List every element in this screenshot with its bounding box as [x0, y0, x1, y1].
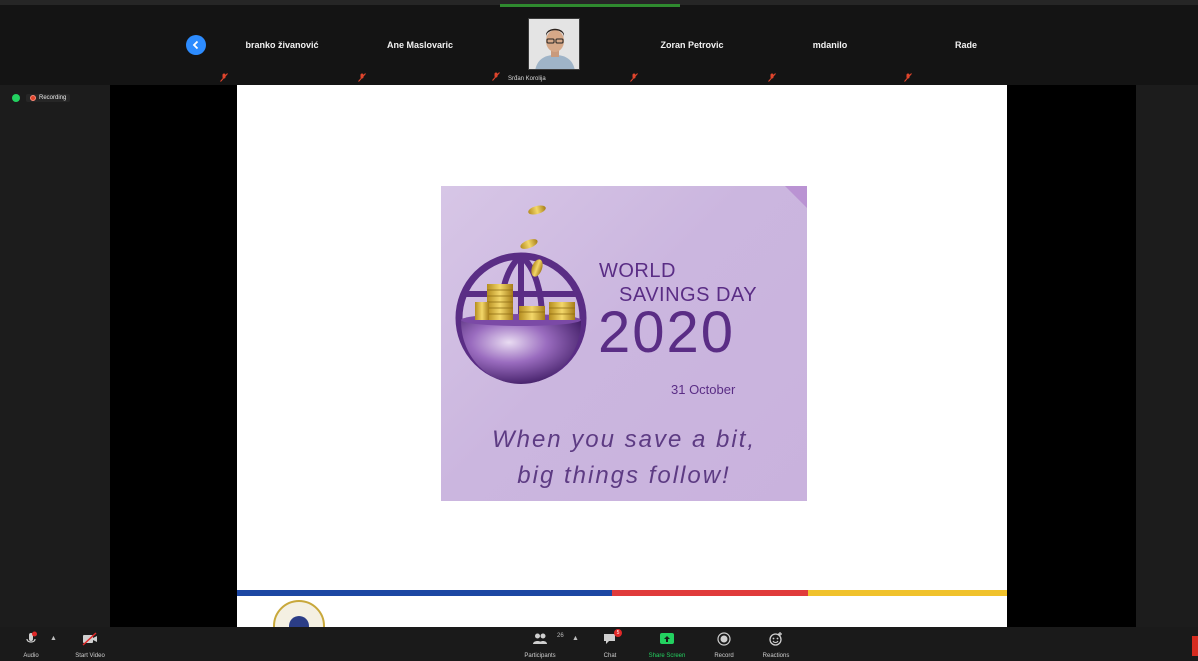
window-edge-indicator [1192, 636, 1198, 656]
zoom-meeting-window: branko živanović Ane Maslovaric Srđan Ko… [0, 0, 1198, 661]
stripe-yellow [808, 590, 1007, 596]
institution-seal-logo [273, 600, 325, 627]
record-dot-icon [30, 95, 36, 101]
stripe-blue [237, 590, 612, 596]
muted-mic-icon [358, 73, 366, 82]
muted-mic-icon [768, 73, 776, 82]
participant-tile[interactable]: mdanilo [762, 10, 898, 82]
share-screen-label: Share Screen [648, 653, 686, 659]
poster-title-line1: WORLD [599, 260, 676, 282]
meeting-toolbar: Audio ▲ Start Video Participants 26 ▲ Ch… [0, 627, 1198, 661]
audio-label: Audio [23, 653, 39, 659]
shared-slide: WORLD SAVINGS DAY 2020 31 October When y… [237, 85, 1007, 627]
poster-corner-decoration [785, 186, 807, 208]
participant-video-tile[interactable]: Srđan Korolija [486, 10, 622, 82]
participant-name: Rade [954, 40, 977, 50]
poster-slogan-line1: When you save a bit, [491, 426, 757, 453]
start-video-button[interactable]: Start Video [67, 629, 113, 659]
encryption-shield-icon[interactable] [12, 94, 20, 102]
participant-name: mdanilo [812, 40, 848, 50]
audio-options-caret[interactable]: ▲ [50, 635, 57, 642]
recording-label: Recording [39, 95, 67, 101]
participant-name: Srđan Korolija [508, 76, 546, 82]
poster-year: 2020 [598, 300, 736, 365]
world-savings-day-poster: WORLD SAVINGS DAY 2020 31 October When y… [441, 186, 807, 501]
participants-icon [532, 631, 548, 647]
participant-tile[interactable]: branko živanović [214, 10, 350, 82]
muted-mic-icon [492, 72, 500, 81]
previous-page-button[interactable] [186, 35, 206, 55]
poster-slogan-line2: big things follow! [517, 462, 731, 489]
participants-count: 26 [557, 633, 564, 639]
participant-strip: branko živanović Ane Maslovaric Srđan Ko… [0, 0, 1198, 85]
chat-label: Chat [603, 653, 617, 659]
record-label: Record [714, 653, 734, 659]
record-button[interactable]: Record [701, 629, 747, 659]
participant-name: Zoran Petrovic [660, 40, 724, 50]
recording-indicator: Recording [12, 94, 71, 102]
video-off-icon [82, 631, 98, 647]
participants-label: Participants [524, 653, 556, 659]
share-screen-icon [659, 631, 675, 647]
participant-name: branko živanović [245, 40, 319, 50]
share-screen-button[interactable]: Share Screen [644, 629, 690, 659]
participant-tile[interactable]: Zoran Petrovic [624, 10, 760, 82]
poster-date: 31 October [671, 382, 736, 397]
participant-tile[interactable]: Ane Maslovaric [352, 10, 488, 82]
stripe-red [612, 590, 808, 596]
participant-tile[interactable]: Rade [898, 10, 1034, 82]
muted-mic-icon [220, 73, 228, 82]
participants-options-caret[interactable]: ▲ [572, 635, 579, 642]
audio-button[interactable]: Audio [8, 629, 54, 659]
reactions-label: Reactions [762, 653, 790, 659]
active-speaker-indicator [500, 4, 680, 7]
record-icon [716, 631, 732, 647]
slide-color-stripe [237, 590, 1007, 596]
muted-mic-icon [904, 73, 912, 82]
reactions-button[interactable]: Reactions [753, 629, 799, 659]
chat-button[interactable]: Chat [587, 629, 633, 659]
participant-video [528, 18, 580, 70]
chevron-left-icon [192, 40, 199, 50]
microphone-icon [23, 631, 39, 647]
reactions-icon [768, 631, 784, 647]
start-video-label: Start Video [75, 653, 105, 659]
chat-unread-badge: 5 [614, 629, 622, 637]
globe-coins-icon [455, 205, 587, 384]
participant-name: Ane Maslovaric [386, 40, 454, 50]
recording-badge[interactable]: Recording [26, 94, 71, 102]
muted-mic-icon [630, 73, 638, 82]
